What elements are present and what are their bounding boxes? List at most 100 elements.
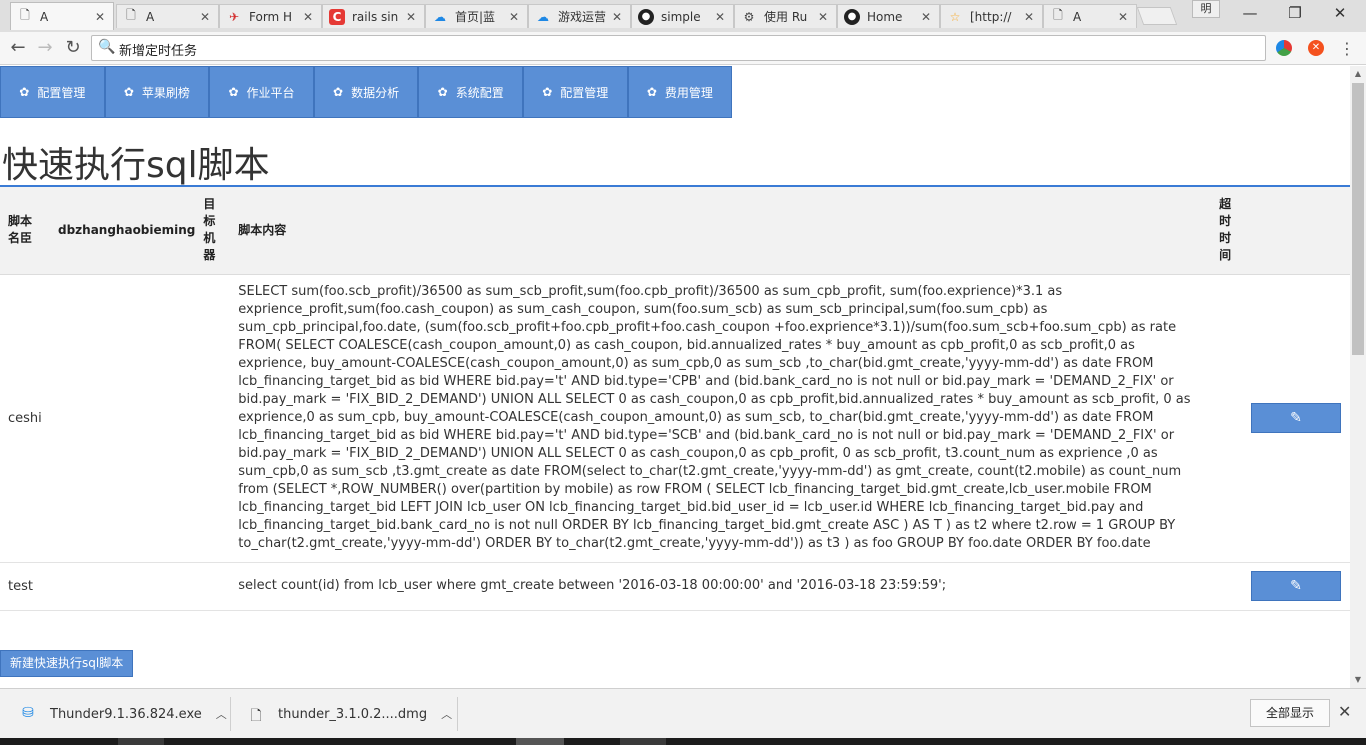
github-icon: ●: [844, 8, 860, 25]
taskbar-item[interactable]: [516, 738, 564, 745]
back-icon[interactable]: ←: [6, 37, 30, 59]
window-close-icon[interactable]: ✕: [1320, 2, 1360, 24]
taskbar-item[interactable]: [620, 738, 666, 745]
close-icon[interactable]: ✕: [921, 10, 933, 24]
tab-title: 首页|蓝: [455, 10, 496, 24]
new-tab-button[interactable]: [1136, 7, 1178, 25]
cell-target-machine: [203, 562, 231, 611]
close-icon[interactable]: ✕: [1024, 10, 1036, 24]
browser-tab[interactable]: ☁ 首页|蓝 ✕: [425, 4, 528, 28]
browser-tab[interactable]: ☁ 游戏运营 ✕: [528, 4, 631, 28]
close-icon[interactable]: ✕: [818, 10, 830, 24]
browser-tab[interactable]: C rails sin ✕: [322, 4, 425, 28]
cell-timeout: [1215, 274, 1242, 563]
nav-item-job-platform[interactable]: ✿ 作业平台: [209, 66, 314, 118]
nav-item-billing[interactable]: ✿ 费用管理: [627, 66, 733, 118]
browser-tab[interactable]: ☆ [http:// ✕: [940, 4, 1043, 28]
gear-icon: ✿: [19, 85, 30, 99]
page-icon: 🗋: [20, 8, 30, 22]
cloud-icon: ☁: [537, 9, 549, 24]
cell-timeout: [1215, 562, 1242, 611]
extension-icon[interactable]: ✕: [1308, 40, 1324, 56]
close-icon[interactable]: ✕: [303, 10, 315, 24]
close-icon[interactable]: ✕: [200, 10, 212, 24]
nav-item-label: 配置管理: [37, 85, 86, 100]
scroll-down-icon[interactable]: ▼: [1350, 672, 1366, 688]
file-icon: 🗋: [250, 708, 262, 724]
download-item[interactable]: ⛁ Thunder9.1.36.824.exe ︿: [20, 689, 227, 739]
nav-item-label: 作业平台: [246, 85, 295, 100]
browser-tab[interactable]: 🗋 A ✕: [10, 2, 114, 30]
download-shelf: ⛁ Thunder9.1.36.824.exe ︿ 🗋 thunder_3.1.…: [0, 688, 1366, 738]
menu-icon[interactable]: ⋮: [1339, 39, 1355, 58]
close-icon[interactable]: ✕: [1338, 702, 1351, 721]
search-icon: 🔍: [98, 39, 116, 55]
browser-tab[interactable]: ● simple ✕: [631, 4, 734, 28]
edit-button[interactable]: ✎: [1250, 571, 1341, 601]
download-item[interactable]: 🗋 thunder_3.1.0.2....dmg ︿: [248, 689, 452, 739]
browser-tab[interactable]: ✈ Form H ✕: [219, 4, 322, 28]
scroll-up-icon[interactable]: ▲: [1350, 66, 1366, 82]
divider: [457, 697, 458, 731]
github-icon: ●: [638, 8, 654, 25]
tab-title: A: [40, 9, 49, 24]
nav-item-apple-ranking[interactable]: ✿ 苹果刷榜: [104, 66, 210, 118]
tab-strip: 🗋 A ✕ 🗋 A ✕ ✈ Form H ✕ C rails sin ✕ ☁ 首…: [0, 0, 1366, 32]
extension-icon[interactable]: [1276, 40, 1292, 56]
table-row: ceshi SELECT sum(foo.scb_profit)/36500 a…: [0, 274, 1350, 563]
tab-title: A: [146, 9, 155, 24]
browser-toolbar: ← → ↻ 🔍 新增定时任务 ✕ ⋮: [0, 32, 1366, 65]
installer-icon: ⛁: [22, 705, 34, 721]
profile-button[interactable]: 明: [1192, 0, 1220, 18]
tab-title: Form H: [249, 9, 293, 24]
chevron-up-icon[interactable]: ︿: [216, 706, 227, 722]
edit-button[interactable]: ✎: [1250, 403, 1341, 433]
table-row: test select count(id) from lcb_user wher…: [0, 562, 1350, 611]
close-icon[interactable]: ✕: [95, 10, 107, 24]
main-nav: ✿ 配置管理 ✿ 苹果刷榜 ✿ 作业平台 ✿ 数据分析 ✿ 系统配置 ✿ 配置管…: [0, 66, 733, 118]
close-icon[interactable]: ✕: [1118, 10, 1130, 24]
reload-icon[interactable]: ↻: [61, 37, 85, 59]
cell-actions: ✎: [1241, 562, 1350, 611]
nav-item-label: 苹果刷榜: [141, 85, 190, 100]
close-icon[interactable]: ✕: [509, 10, 521, 24]
forward-icon[interactable]: →: [33, 37, 57, 59]
new-sql-script-button[interactable]: 新建快速执行sql脚本: [0, 650, 134, 677]
close-icon[interactable]: ✕: [715, 10, 727, 24]
address-bar[interactable]: 🔍 新增定时任务: [91, 35, 1266, 61]
page-icon: 🗋: [126, 8, 136, 22]
download-filename: Thunder9.1.36.824.exe: [50, 706, 202, 722]
gear-icon: ✿: [333, 85, 344, 99]
taskbar: [0, 738, 1366, 745]
close-icon[interactable]: ✕: [612, 10, 624, 24]
pencil-icon: ✎: [1290, 578, 1302, 594]
scrollbar-thumb[interactable]: [1352, 83, 1364, 355]
c-logo-icon: C: [329, 8, 345, 25]
nav-item-config-2[interactable]: ✿ 配置管理: [522, 66, 628, 118]
nav-item-label: 费用管理: [664, 85, 713, 100]
close-icon[interactable]: ✕: [406, 10, 418, 24]
cell-script-content: select count(id) from lcb_user where gmt…: [230, 562, 1216, 611]
nav-item-data-analysis[interactable]: ✿ 数据分析: [313, 66, 419, 118]
nav-item-system-config[interactable]: ✿ 系统配置: [418, 66, 523, 118]
download-filename: thunder_3.1.0.2....dmg: [278, 706, 428, 722]
tab-title: [http://: [970, 9, 1012, 24]
show-all-downloads-button[interactable]: 全部显示: [1250, 699, 1330, 727]
gear-icon: ✿: [228, 85, 239, 99]
browser-tab[interactable]: ● Home ✕: [837, 4, 940, 28]
tab-title: Home: [867, 9, 903, 24]
sql-script-table: 脚本名臣 dbzhanghaobieming 目标机器 脚本内容 超时时间 ce…: [0, 187, 1350, 611]
browser-tab[interactable]: 🗋 A ✕: [1043, 4, 1137, 28]
gear-icon: ✿: [437, 85, 448, 99]
nav-item-config[interactable]: ✿ 配置管理: [0, 66, 105, 118]
browser-tab[interactable]: 🗋 A ✕: [116, 4, 219, 28]
pencil-icon: ✎: [1290, 410, 1302, 426]
header-db-alias: dbzhanghaobieming: [49, 187, 204, 275]
taskbar-item[interactable]: [118, 738, 164, 745]
browser-tab[interactable]: ⚙ 使用 Ru ✕: [734, 4, 837, 28]
tab-title: 游戏运营: [558, 10, 607, 24]
chevron-up-icon[interactable]: ︿: [441, 706, 452, 722]
minimize-icon[interactable]: —: [1230, 2, 1270, 24]
maximize-icon[interactable]: ❐: [1275, 2, 1315, 24]
page-scrollbar[interactable]: ▲ ▼: [1350, 66, 1366, 688]
